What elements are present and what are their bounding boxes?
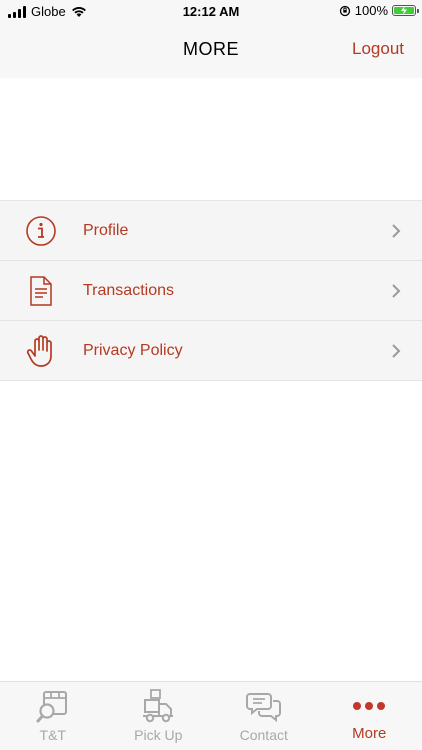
- menu-item-label: Privacy Policy: [83, 341, 183, 359]
- chat-bubbles-icon: [245, 688, 282, 724]
- chevron-right-icon: [392, 343, 401, 358]
- tab-tt[interactable]: T&T: [0, 682, 106, 750]
- battery-icon: [392, 5, 419, 16]
- info-icon: [24, 214, 58, 248]
- status-bar: Globe 12:12 AM 100%: [0, 0, 422, 24]
- more-dots-icon: [351, 688, 387, 724]
- tab-bar: T&T Pick Up Contact More: [0, 681, 422, 750]
- tab-contact[interactable]: Contact: [211, 682, 317, 750]
- tab-label: Pick Up: [134, 727, 183, 743]
- menu-list: Profile Transactions Privacy Policy: [0, 200, 422, 381]
- tab-label: More: [352, 725, 387, 742]
- tab-label: Contact: [239, 727, 288, 743]
- track-trace-icon: [35, 688, 71, 724]
- menu-item-transactions[interactable]: Transactions: [0, 261, 422, 321]
- battery-percent: 100%: [354, 3, 388, 18]
- rotation-lock-icon: [339, 5, 350, 16]
- status-right: 100%: [339, 3, 419, 18]
- menu-item-label: Profile: [83, 221, 129, 239]
- delivery-truck-icon: [140, 688, 176, 724]
- menu-item-profile[interactable]: Profile: [0, 201, 422, 261]
- tab-label: T&T: [39, 727, 66, 743]
- chevron-right-icon: [392, 223, 401, 238]
- chevron-right-icon: [392, 283, 401, 298]
- tab-more[interactable]: More: [317, 682, 422, 750]
- nav-bar: MORE Logout: [0, 24, 422, 78]
- tab-pick-up[interactable]: Pick Up: [106, 682, 212, 750]
- menu-item-privacy-policy[interactable]: Privacy Policy: [0, 321, 422, 381]
- hand-icon: [24, 334, 58, 368]
- menu-item-label: Transactions: [83, 281, 174, 299]
- document-icon: [24, 274, 58, 308]
- logout-button[interactable]: Logout: [352, 39, 404, 59]
